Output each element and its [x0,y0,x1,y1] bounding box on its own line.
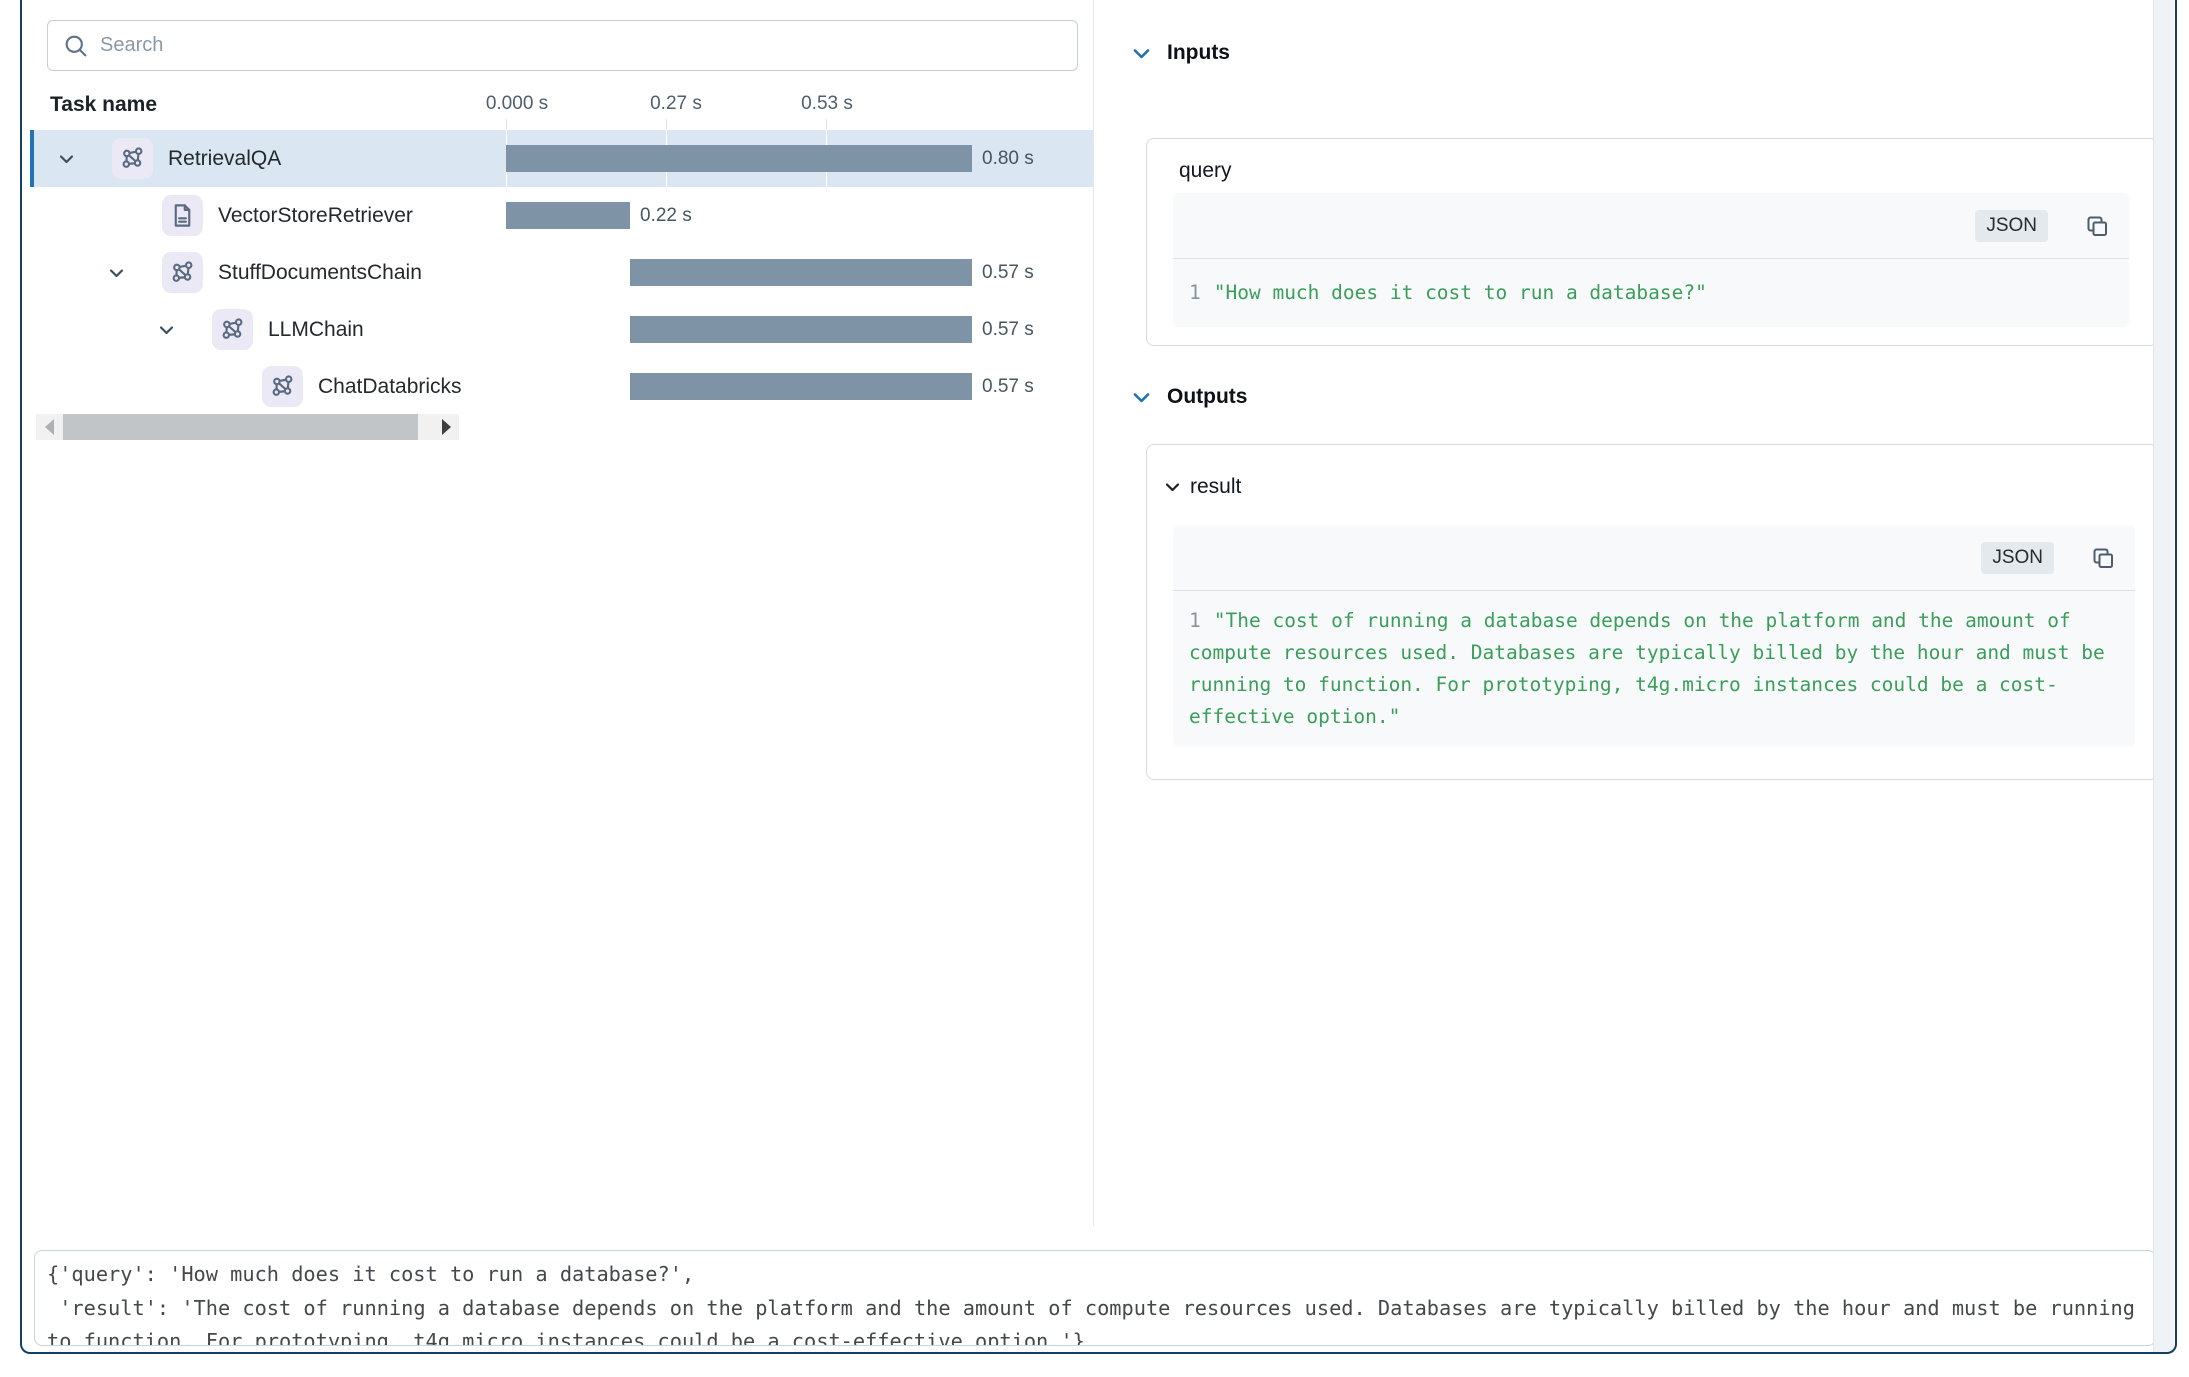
expand-chevron-icon[interactable] [59,154,74,164]
search-box[interactable] [47,20,1078,71]
span-details-panel: Inputs query JSON 1 "How much does it cos… [1095,0,2153,1226]
code-content: 1 "How much does it cost to run a databas… [1173,259,2129,327]
chain-icon [162,252,203,293]
vertical-scrollbar-gutter[interactable] [2153,0,2174,1352]
task-rows: RetrievalQA 0.80 s VectorStoreRetriever … [30,130,1093,415]
timeline-gridline [826,119,827,130]
timeline-gridline [506,119,507,130]
tree-indent [30,272,96,273]
duration-label: 0.57 s [982,319,1034,341]
document-icon [162,195,203,236]
scroll-right-button[interactable] [433,414,459,440]
code-block-header: JSON [1173,193,2129,259]
trace-timeline-panel: Task name 0.000 s 0.27 s 0.53 s RetrievalQ… [30,0,1094,1226]
query-value: "How much does it cost to run a database… [1214,281,1707,304]
outputs-title: Outputs [1167,385,1247,409]
result-value: "The cost of running a database depends … [1189,609,2116,728]
search-input[interactable] [100,34,1063,57]
expand-toggle[interactable] [46,154,86,164]
result-code-block: JSON 1"The cost of running a database de… [1173,525,2135,747]
query-code-block: JSON 1 "How much does it cost to run a da… [1173,193,2129,327]
duration-bar[interactable] [630,316,972,343]
chevron-down-icon [1133,392,1150,403]
duration-label: 0.57 s [982,262,1034,284]
timeline-axis-tick: 0.27 s [650,93,702,115]
scroll-left-button[interactable] [36,414,62,440]
tree-indent [30,386,196,387]
task-name-cell: VectorStoreRetriever [30,187,470,244]
code-content: 1"The cost of running a database depends… [1173,591,2135,747]
task-label: RetrievalQA [168,147,281,171]
h-scrollbar[interactable] [36,414,459,440]
result-card: result JSON 1"The cost of running a data… [1146,444,2158,780]
tree-row[interactable]: ChatDatabricks 0.57 s [30,358,1093,415]
code-block-header: JSON [1173,525,2135,591]
line-number: 1 [1189,609,1201,632]
copy-icon [2084,213,2110,239]
result-field-label: result [1190,475,1241,499]
task-label: VectorStoreRetriever [218,204,413,228]
duration-label: 0.57 s [982,376,1034,398]
task-name-cell: LLMChain [30,301,470,358]
tree-indent [30,158,46,159]
chain-icon [262,366,303,407]
tree-indent [30,329,146,330]
chevron-down-icon [1165,482,1180,492]
query-card: query JSON 1 "How much does it cost to ru… [1146,138,2158,346]
task-label: ChatDatabricks [318,375,462,399]
timeline-axis-tick: 0.53 s [801,93,853,115]
chain-icon [112,138,153,179]
copy-icon [2090,545,2116,571]
scrollbar-track[interactable] [62,414,433,440]
timeline-gridline [666,119,667,130]
task-label: StuffDocumentsChain [218,261,422,285]
task-name-cell: ChatDatabricks [30,358,470,415]
duration-bar[interactable] [630,373,972,400]
tree-indent [30,215,96,216]
task-name-header: Task name [50,93,157,117]
tree-row[interactable]: RetrievalQA 0.80 s [30,130,1093,187]
outputs-section-toggle[interactable]: Outputs [1133,385,1247,409]
scrollbar-thumb[interactable] [63,414,418,440]
inputs-title: Inputs [1167,41,1230,65]
task-label: LLMChain [268,318,364,342]
json-format-button[interactable]: JSON [1975,210,2048,242]
json-format-button[interactable]: JSON [1981,542,2054,574]
result-toggle[interactable]: result [1165,475,2133,499]
expand-chevron-icon[interactable] [159,325,174,335]
tree-row[interactable]: StuffDocumentsChain 0.57 s [30,244,1093,301]
inputs-section-toggle[interactable]: Inputs [1133,41,1230,65]
copy-button[interactable] [2090,545,2116,571]
query-field-label: query [1179,159,2133,183]
expand-toggle[interactable] [96,268,136,278]
scroll-right-arrow-icon [442,419,451,435]
scroll-left-arrow-icon [45,419,54,435]
grid-header: Task name 0.000 s 0.27 s 0.53 s [30,84,1093,130]
search-icon [62,32,90,60]
chevron-down-icon [1133,48,1150,59]
duration-bar[interactable] [506,202,630,229]
task-name-cell: RetrievalQA [30,130,470,187]
tree-row[interactable]: LLMChain 0.57 s [30,301,1093,358]
duration-bar[interactable] [630,259,972,286]
copy-button[interactable] [2084,213,2110,239]
tree-row[interactable]: VectorStoreRetriever 0.22 s [30,187,1093,244]
duration-label: 0.22 s [640,205,692,227]
duration-label: 0.80 s [982,148,1034,170]
task-name-cell: StuffDocumentsChain [30,244,470,301]
expand-chevron-icon[interactable] [109,268,124,278]
chain-icon [212,309,253,350]
line-number: 1 [1189,281,1201,304]
duration-bar[interactable] [506,145,972,172]
raw-output-box: {'query': 'How much does it cost to run … [34,1250,2156,1346]
timeline-axis-tick: 0.000 s [486,93,548,115]
expand-toggle[interactable] [146,325,186,335]
